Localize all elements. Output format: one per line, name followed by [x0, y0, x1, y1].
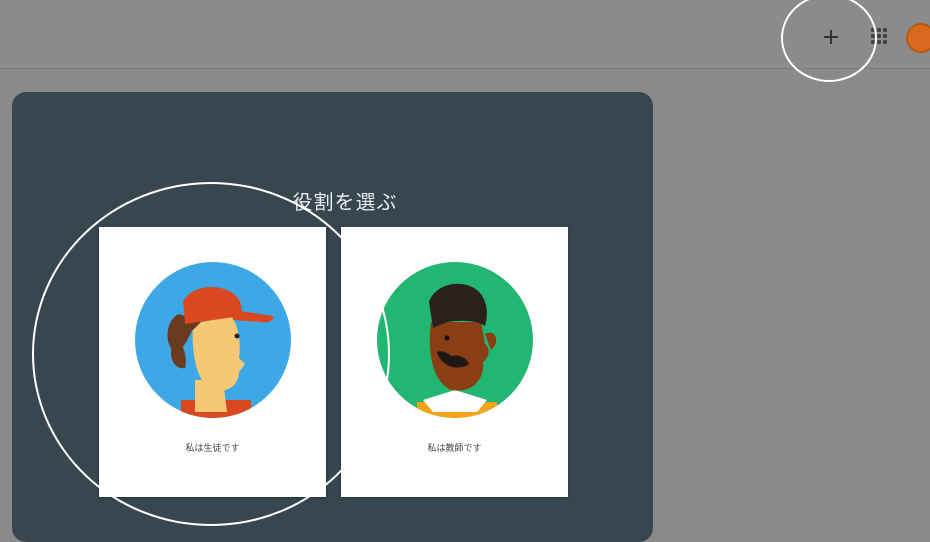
dialog-title: 役割を選ぶ [292, 190, 398, 214]
apps-grid-icon[interactable] [868, 25, 890, 47]
top-app-bar: + [0, 0, 930, 69]
student-role-label: 私は生徒です [185, 444, 240, 454]
student-illustration [135, 262, 291, 418]
teacher-illustration [377, 262, 533, 418]
create-plus-icon[interactable]: + [817, 24, 845, 52]
account-avatar[interactable] [906, 23, 930, 53]
teacher-role-label: 私は教師です [427, 444, 482, 454]
student-role-card[interactable]: 私は生徒です [99, 227, 326, 497]
teacher-role-card[interactable]: 私は教師です [341, 227, 568, 497]
